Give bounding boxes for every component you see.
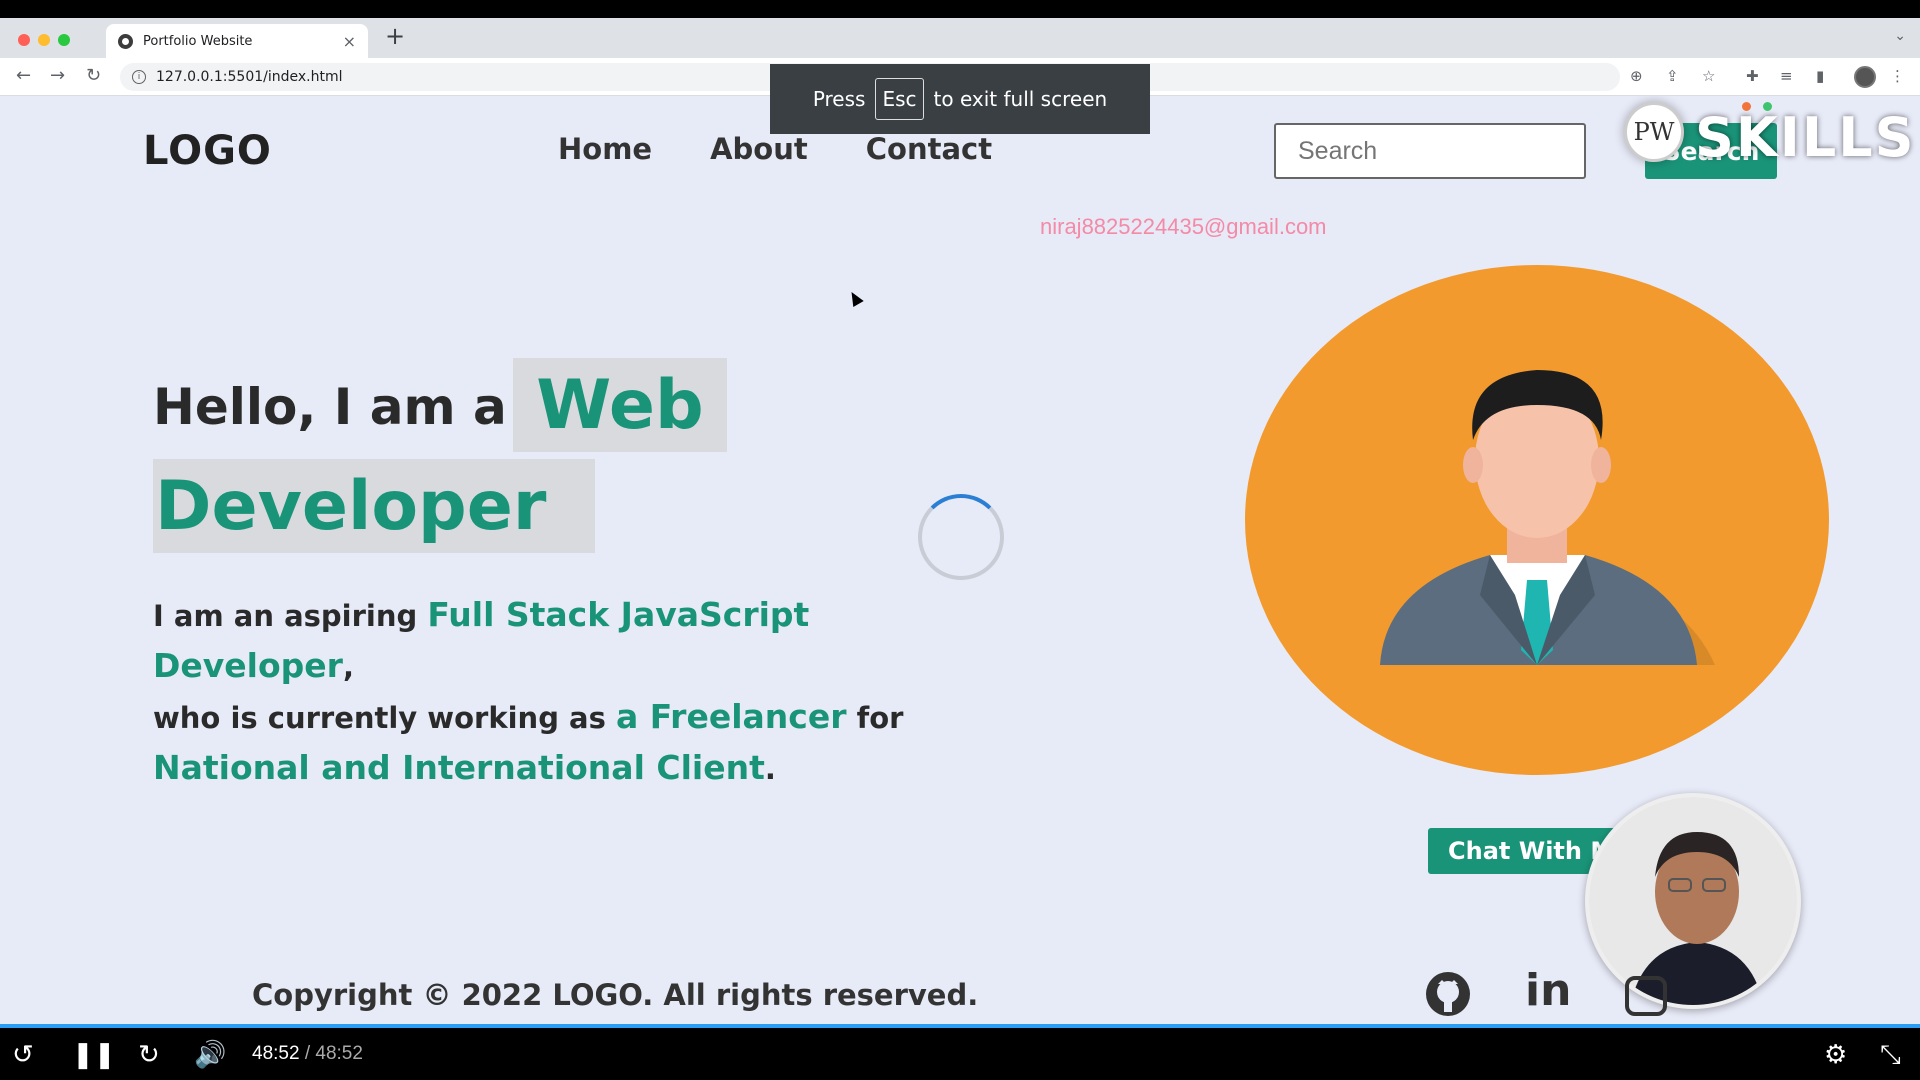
presenter-webcam-overlay <box>1585 793 1801 1009</box>
email-text[interactable]: niraj8825224435@gmail.com <box>1040 214 1327 240</box>
duration: / 48:52 <box>304 1043 363 1064</box>
skills-watermark: SKILLS <box>1695 106 1916 169</box>
chevron-down-icon[interactable]: ⌄ <box>1894 28 1906 44</box>
browser-tab[interactable]: Portfolio Website × <box>106 24 368 58</box>
hero-highlight-developer: Developer <box>153 459 595 553</box>
new-tab-button[interactable]: + <box>385 22 405 50</box>
desc-text: I am an aspiring <box>153 599 428 633</box>
hero-greeting: Hello, I am a <box>153 378 507 436</box>
maximize-window-button[interactable] <box>58 34 70 46</box>
root: Portfolio Website × + ⌄ ← → ↻ i 127.0.0.… <box>0 0 1920 1080</box>
nav-home[interactable]: Home <box>558 132 652 166</box>
browser-tab-bar: Portfolio Website × + ⌄ <box>0 18 1920 58</box>
video-time: 48:52 / 48:52 <box>252 1043 363 1065</box>
copyright-text: Copyright © 2022 LOGO. All rights reserv… <box>252 978 979 1012</box>
forward-arrow-icon[interactable]: → <box>50 65 65 86</box>
desc-text: . <box>764 752 776 786</box>
replay-icon[interactable]: ↺ <box>12 1040 34 1070</box>
desc-text: for <box>846 701 904 735</box>
banner-suffix: to exit full screen <box>933 87 1108 111</box>
hero-description: I am an aspiring Full Stack JavaScript D… <box>153 590 913 794</box>
desc-highlight: a Freelancer <box>615 697 847 736</box>
desc-text: , <box>342 650 354 684</box>
settings-gear-icon[interactable]: ⚙ <box>1824 1040 1847 1070</box>
back-arrow-icon[interactable]: ← <box>16 65 31 86</box>
video-controls: ↺ ❚❚ ↻ 🔊 48:52 / 48:52 ⚙ ⤡ <box>0 1028 1920 1080</box>
current-time: 48:52 <box>252 1043 300 1064</box>
site-logo[interactable]: LOGO <box>143 128 272 174</box>
mouse-cursor <box>846 288 864 308</box>
url-text: 127.0.0.1:5501/index.html <box>156 69 343 85</box>
share-icon[interactable]: ⇪ <box>1666 67 1679 85</box>
watermark-dot <box>1763 102 1772 111</box>
watermark-dot <box>1742 102 1751 111</box>
desc-text: who is currently working as <box>153 701 616 735</box>
tab-title: Portfolio Website <box>143 33 253 49</box>
exit-fullscreen-icon[interactable]: ⤡ <box>1880 1040 1901 1071</box>
portfolio-page: LOGO Home About Contact Search PW SKILLS… <box>0 96 1920 1026</box>
media-icon[interactable]: ≡ <box>1780 67 1793 85</box>
banner-prefix: Press <box>812 87 866 111</box>
info-icon[interactable]: i <box>132 70 146 84</box>
loading-spinner <box>918 494 1004 580</box>
extensions-icon[interactable]: ✚ <box>1746 67 1759 85</box>
sidepanel-icon[interactable]: ▮ <box>1816 67 1824 85</box>
main-nav: Home About Contact <box>558 132 992 166</box>
hero-highlight-web: Web <box>513 358 727 452</box>
linkedin-icon[interactable]: in <box>1525 965 1571 1016</box>
nav-about[interactable]: About <box>710 132 808 166</box>
nav-contact[interactable]: Contact <box>866 132 992 166</box>
pw-watermark-logo: PW <box>1624 102 1684 162</box>
minimize-window-button[interactable] <box>38 34 50 46</box>
pause-icon[interactable]: ❚❚ <box>72 1040 116 1070</box>
desc-highlight: National and International Client <box>153 748 765 787</box>
instagram-icon[interactable] <box>1625 976 1667 1016</box>
close-icon[interactable]: × <box>343 32 356 51</box>
close-window-button[interactable] <box>18 34 30 46</box>
avatar[interactable] <box>1854 66 1876 88</box>
volume-icon[interactable]: 🔊 <box>194 1040 226 1070</box>
star-icon[interactable]: ☆ <box>1702 67 1715 85</box>
more-icon[interactable]: ⋮ <box>1890 67 1905 85</box>
reload-icon[interactable]: ↻ <box>86 65 101 86</box>
esc-key: Esc <box>875 78 924 120</box>
search-input[interactable] <box>1274 123 1586 179</box>
fullscreen-banner: Press Esc to exit full screen <box>770 64 1150 134</box>
forward-icon[interactable]: ↻ <box>138 1040 160 1070</box>
developer-avatar-illustration <box>1245 265 1829 775</box>
globe-icon <box>118 33 133 49</box>
zoom-icon[interactable]: ⊕ <box>1630 67 1643 85</box>
github-icon[interactable] <box>1424 970 1472 1018</box>
